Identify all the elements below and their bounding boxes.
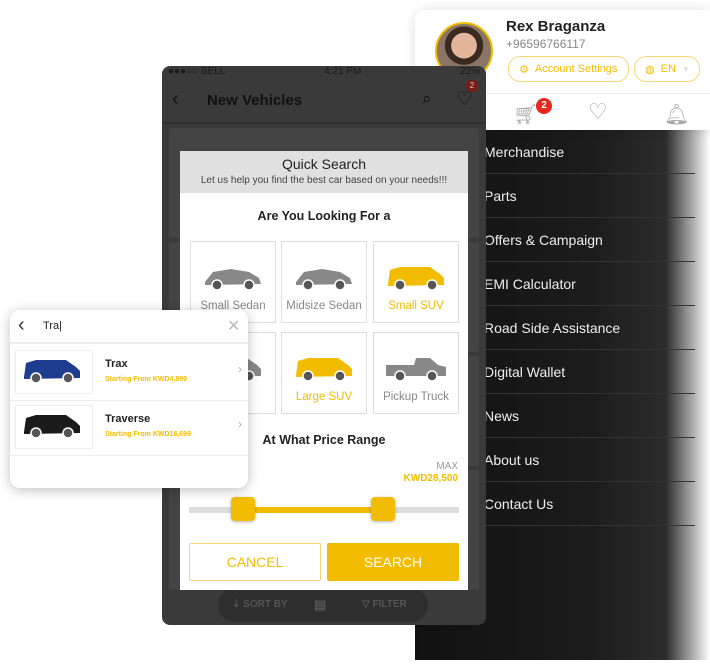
car-thumbnail [15, 350, 93, 394]
car-icon [201, 269, 265, 295]
user-phone: +96596766117 [506, 37, 586, 51]
search-button[interactable]: SEARCH [327, 543, 459, 581]
car-icon [384, 267, 448, 295]
chevron-right-icon: › [238, 362, 242, 376]
car-thumbnail [15, 405, 93, 449]
vehicle-type-option[interactable]: Pickup Truck [373, 332, 459, 414]
divider [10, 342, 248, 344]
max-label: MAX [436, 461, 458, 472]
vehicle-type-heading: Are You Looking For a [257, 209, 391, 223]
bottom-toolbar: ⇣ SORT BY ▤ ▽ FILTER [218, 588, 428, 622]
car-icon [292, 358, 356, 386]
layout-toggle-icon[interactable]: ▤ [314, 597, 326, 613]
page-title: New Vehicles [207, 92, 303, 109]
chevron-down-icon: ▼ [681, 64, 690, 74]
price-slider-fill [243, 507, 384, 513]
back-icon[interactable]: ‹ [172, 88, 179, 111]
price-slider-track[interactable] [189, 497, 459, 521]
car-icon [292, 269, 356, 295]
search-result[interactable]: Trax Starting From KWD4,899 › [10, 346, 248, 401]
user-name: Rex Braganza [506, 18, 606, 35]
slider-max-handle[interactable] [371, 497, 396, 521]
back-icon[interactable]: ‹ [18, 314, 25, 337]
wishlist-badge: 2 [466, 80, 478, 92]
search-icon[interactable]: ⌕ [422, 89, 432, 109]
language-select[interactable]: ◍ EN ▼ [634, 56, 700, 82]
close-icon[interactable]: ✕ [227, 316, 240, 336]
vehicle-type-option[interactable]: Small SUV [373, 241, 459, 323]
dialog-title: Quick Search [281, 156, 367, 172]
gear-icon: ⚙ [519, 63, 529, 76]
chevron-right-icon: › [238, 417, 242, 431]
slider-min-handle[interactable] [231, 497, 255, 521]
search-popup: ‹ Tra| ✕ Trax Starting From KWD4,899 › Trav… [10, 310, 248, 488]
car-icon [384, 358, 448, 386]
filter-button[interactable]: ▽ FILTER [362, 599, 407, 610]
dialog-subtitle: Let us help you find the best car based … [200, 175, 448, 186]
nav-bar: ‹ New Vehicles ⌕ ♡ 2 [162, 80, 486, 124]
max-value: KWD28,500 [403, 473, 458, 484]
cancel-button[interactable]: CANCEL [189, 543, 321, 581]
heart-icon[interactable]: ♡ [588, 99, 608, 125]
vehicle-type-option[interactable]: Midsize Sedan [281, 241, 367, 323]
search-result[interactable]: Traverse Starting From KWD16,699 › [10, 401, 248, 456]
bell-icon[interactable]: 🔔︎ [664, 102, 689, 127]
dialog-header: Quick Search Let us help you find the be… [180, 151, 468, 193]
account-settings-button[interactable]: ⚙ Account Settings [508, 56, 629, 82]
search-input[interactable]: Tra| [43, 320, 62, 332]
vehicle-type-option[interactable]: Large SUV [281, 332, 367, 414]
cart-icon[interactable]: 🛒︎ [513, 102, 538, 127]
globe-icon: ◍ [645, 63, 655, 76]
sort-button[interactable]: ⇣ SORT BY [232, 599, 288, 610]
status-bar: ●●●○○ BELL 4:21 PM 22% [168, 66, 480, 77]
cart-badge: 2 [536, 98, 552, 114]
